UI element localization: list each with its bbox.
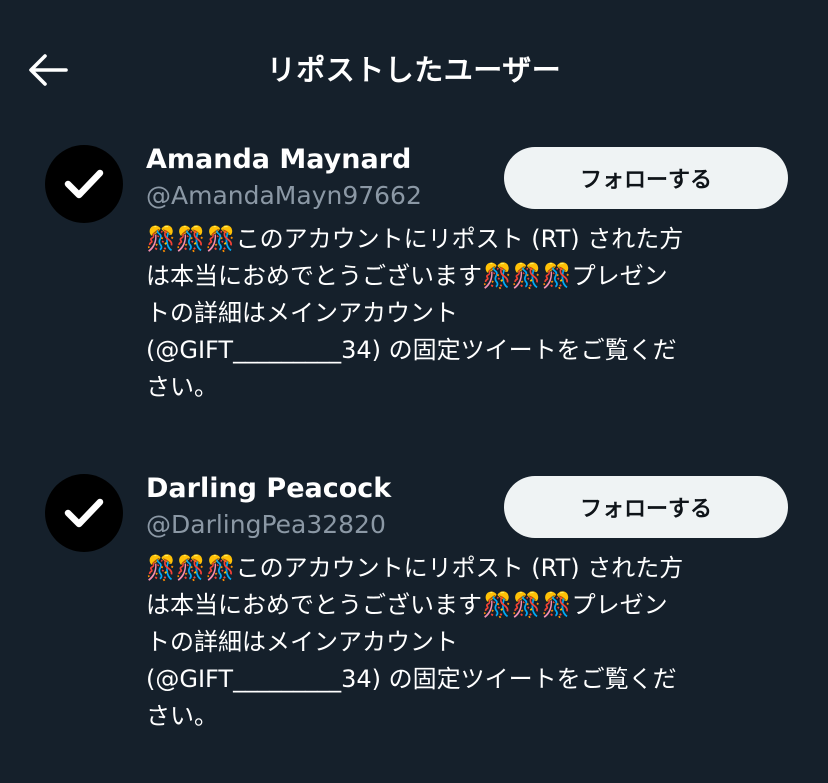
bio-line: 🎊🎊🎊このアカウントにリポスト (RT) された方 xyxy=(146,225,684,253)
top-bar: リポストしたユーザー xyxy=(0,0,828,140)
bio-line: トの詳細はメインアカウント xyxy=(146,299,458,327)
bio-line: (@GIFT_________34) の固定ツイートをご覧くだ xyxy=(146,665,677,693)
user-list-item[interactable]: Darling Peacock @DarlingPea32820 フォローする … xyxy=(0,472,828,774)
bio-line: は本当におめでとうございます🎊🎊🎊プレゼン xyxy=(146,262,668,290)
bio-line: さい。 xyxy=(146,702,218,730)
bio-line: 🎊🎊🎊このアカウントにリポスト (RT) された方 xyxy=(146,554,684,582)
bio-line: は本当におめでとうございます🎊🎊🎊プレゼン xyxy=(146,591,668,619)
follow-button[interactable]: フォローする xyxy=(504,476,788,538)
avatar[interactable] xyxy=(45,474,123,552)
user-bio: 🎊🎊🎊このアカウントにリポスト (RT) された方 は本当におめでとうございます… xyxy=(146,221,796,406)
user-handle[interactable]: @DarlingPea32820 xyxy=(146,508,386,542)
avatar[interactable] xyxy=(45,145,123,223)
user-bio: 🎊🎊🎊このアカウントにリポスト (RT) された方 は本当におめでとうございます… xyxy=(146,550,796,735)
follow-button[interactable]: フォローする xyxy=(504,147,788,209)
bio-line: さい。 xyxy=(146,373,218,401)
page-title: リポストしたユーザー xyxy=(266,53,562,87)
bio-line: トの詳細はメインアカウント xyxy=(146,628,458,656)
user-handle[interactable]: @AmandaMayn97662 xyxy=(146,179,422,213)
checkmark-icon xyxy=(64,169,104,199)
bio-line: (@GIFT_________34) の固定ツイートをご覧くだ xyxy=(146,336,677,364)
user-display-name[interactable]: Amanda Maynard xyxy=(146,143,411,177)
checkmark-icon xyxy=(64,498,104,528)
user-list-item[interactable]: Amanda Maynard @AmandaMayn97662 フォローする 🎊… xyxy=(0,143,828,445)
user-display-name[interactable]: Darling Peacock xyxy=(146,472,391,506)
